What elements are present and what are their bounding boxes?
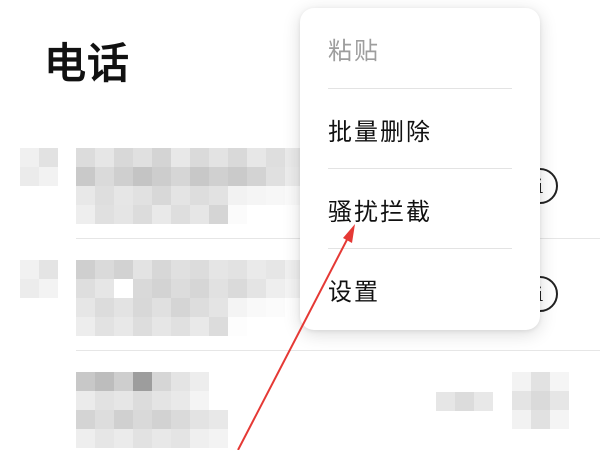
menu-item-paste[interactable]: 粘贴	[328, 8, 512, 88]
call-log-row-icon[interactable]	[512, 372, 569, 429]
call-log-row-text[interactable]	[76, 148, 304, 224]
menu-item-label: 粘贴	[328, 36, 380, 65]
call-time-text	[436, 392, 493, 411]
menu-item-label: 设置	[328, 277, 380, 306]
page-title: 电话	[44, 39, 131, 88]
call-log-row-text[interactable]	[76, 372, 228, 448]
phone-screen: 电话 粘贴	[0, 0, 600, 450]
avatar	[20, 148, 58, 186]
menu-item-batch-delete[interactable]: 批量删除	[328, 89, 512, 169]
menu-item-harassment-block[interactable]: 骚扰拦截	[328, 169, 512, 249]
call-log-row-text[interactable]	[76, 260, 304, 336]
overflow-menu: 粘贴 批量删除 骚扰拦截 设置	[300, 8, 540, 330]
menu-item-label: 骚扰拦截	[328, 197, 432, 226]
menu-item-settings[interactable]: 设置	[328, 249, 512, 329]
row-divider	[76, 350, 600, 351]
avatar	[20, 260, 58, 298]
menu-item-label: 批量删除	[328, 117, 432, 146]
